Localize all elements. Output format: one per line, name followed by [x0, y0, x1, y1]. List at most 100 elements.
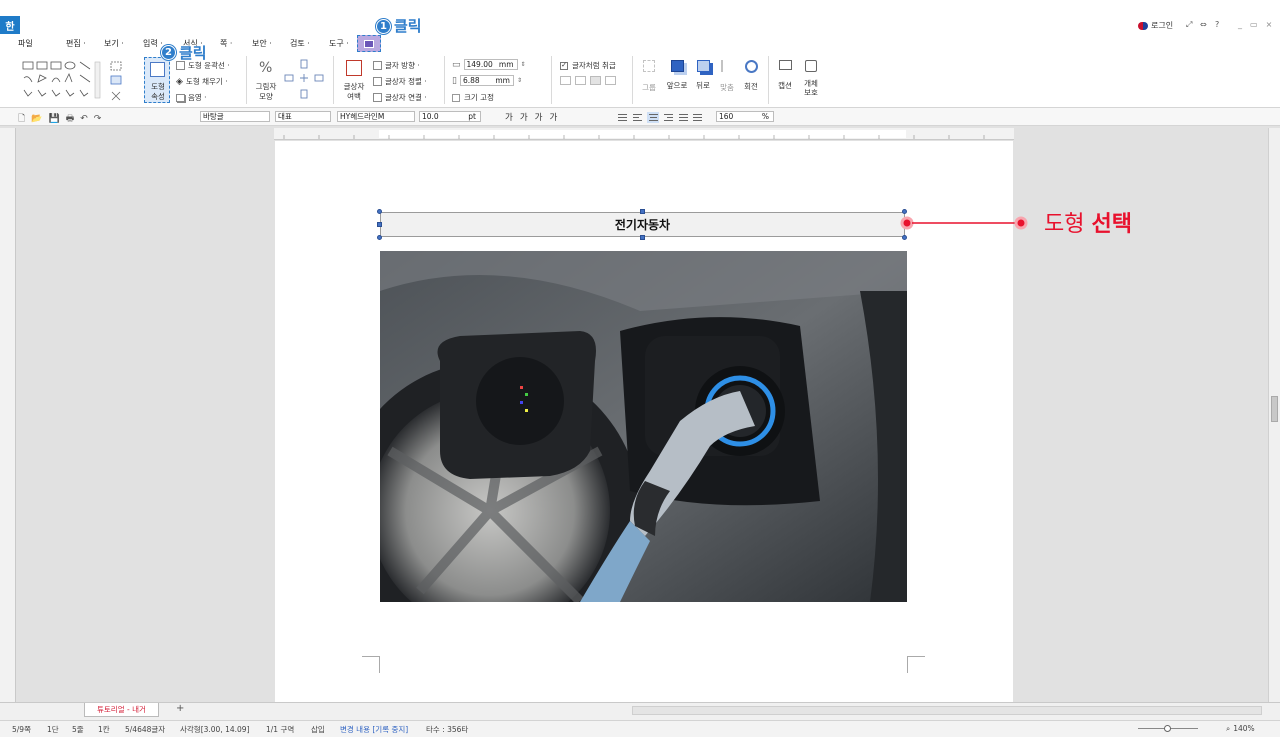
bring-forward-button[interactable]: 앞으로 [664, 60, 690, 102]
height-icon: ▯ [452, 75, 457, 86]
wrap-square-icon[interactable] [560, 76, 571, 85]
shape-outline-button[interactable]: 도형 윤곽선 · [176, 60, 230, 71]
language-value: 대표 [278, 112, 292, 121]
login-button[interactable]: 로그인 [1138, 20, 1173, 31]
menu-page[interactable]: 쪽 · [220, 38, 232, 49]
font-color-icon[interactable]: 가 [549, 113, 564, 123]
style-select[interactable]: 바탕글 [200, 111, 270, 122]
wrap-top-bottom-icon[interactable] [575, 76, 586, 85]
font-select[interactable]: HY헤드라인M [337, 111, 415, 122]
resize-handle-top[interactable] [640, 209, 645, 214]
document-tab-active[interactable]: 튜토리얼 - 내거 [84, 703, 159, 717]
fullscreen-icon[interactable]: ⤢ [1186, 20, 1192, 30]
vertical-scroll-thumb[interactable] [1271, 396, 1278, 422]
rotate-icon [744, 60, 758, 73]
send-backward-button[interactable]: 뒤로 [692, 60, 714, 102]
menu-view[interactable]: 보기 · [104, 38, 124, 49]
drawing-tools-tab[interactable] [357, 35, 381, 52]
menu-tools[interactable]: 도구 · [329, 38, 349, 49]
height-stepper[interactable]: ⇕ [517, 77, 522, 84]
shape-properties-button[interactable]: 도형 속성 [144, 57, 170, 103]
resize-handle-bottom-left[interactable] [377, 235, 382, 240]
menu-review[interactable]: 검토 · [290, 38, 310, 49]
font-value: HY헤드라인M [340, 112, 385, 121]
new-doc-icon[interactable]: 🗋 [18, 114, 31, 124]
resize-handle-left[interactable] [377, 222, 382, 227]
align-button[interactable]: 맞춤 [716, 60, 738, 102]
position-tools[interactable] [283, 58, 325, 102]
textbox-margin-button[interactable]: 글상자 여백 [340, 58, 368, 104]
align-label: 맞춤 [720, 83, 734, 92]
font-size-value: 10.0 [422, 112, 439, 121]
wrap-front-icon[interactable] [605, 76, 616, 85]
wrap-options[interactable] [560, 76, 616, 85]
zoom-control[interactable]: ⌕ 140% [1226, 724, 1255, 734]
menu-file[interactable]: 파일 [18, 38, 33, 49]
menu-edit[interactable]: 편집 · [66, 38, 86, 49]
rotate-button[interactable]: 회전 [740, 60, 762, 102]
resize-handle-top-left[interactable] [377, 209, 382, 214]
size-fixed-checkbox[interactable]: 크기 고정 [452, 92, 494, 103]
width-stepper[interactable]: ⇕ [521, 61, 526, 68]
width-input[interactable]: 149.00 mm [463, 59, 518, 70]
zoom-icon: ⌕ [1226, 724, 1231, 733]
horizontal-ruler [274, 128, 1014, 140]
resize-handle-bottom-right[interactable] [902, 235, 907, 240]
status-track-changes[interactable]: 변경 내용 [기록 중지] [340, 724, 408, 735]
quick-access-tools[interactable]: 🗋📂💾🖶↶↷ [18, 111, 107, 127]
app-logo: 한 [0, 16, 20, 34]
print-icon[interactable]: 🖶 [66, 114, 81, 124]
help-icon[interactable]: ? [1215, 20, 1219, 29]
font-size-input[interactable]: 10.0 pt [419, 111, 481, 122]
open-icon[interactable]: 📂 [31, 114, 48, 124]
heading-shape[interactable]: 전기자동차 [380, 212, 905, 237]
shape-edit-tools[interactable] [108, 60, 126, 102]
zoom-slider-thumb[interactable] [1164, 725, 1171, 732]
split-icon[interactable]: ⇔ [1200, 20, 1207, 29]
underline-icon[interactable]: 가 [535, 113, 550, 123]
resize-handle-bottom[interactable] [640, 235, 645, 240]
redo-icon[interactable]: ↷ [94, 114, 108, 124]
status-chars: 5/4648글자 [125, 725, 166, 734]
margin-mark-right [907, 656, 925, 673]
textbox-align-label: 글상자 정렬 · [385, 77, 427, 86]
shape-gallery[interactable] [22, 60, 102, 102]
window-controls[interactable]: _▭× [1238, 20, 1280, 29]
wrap-behind-icon[interactable] [590, 76, 601, 85]
vertical-ruler [0, 128, 16, 702]
status-insert-mode[interactable]: 삽입 [311, 724, 325, 735]
line-spacing-input[interactable]: 160 % [716, 111, 774, 122]
menu-insert[interactable]: 입력 · [143, 38, 163, 49]
status-object: 사각형[3.00, 14.09] [180, 725, 250, 734]
group-button[interactable]: 그룹 [638, 60, 660, 102]
close-icon[interactable]: × [1266, 20, 1280, 29]
language-select[interactable]: 대표 [275, 111, 331, 122]
caption-button[interactable]: 캡션 [774, 60, 796, 102]
paragraph-align-buttons[interactable] [616, 112, 702, 123]
bold-icon[interactable]: 가 [505, 113, 520, 123]
shadow-icon [176, 93, 185, 102]
zoom-slider[interactable] [1138, 725, 1198, 732]
save-icon[interactable]: 💾 [48, 114, 65, 124]
horizontal-scrollbar[interactable] [632, 706, 1262, 715]
caption-label: 캡션 [778, 81, 792, 90]
text-direction-button[interactable]: 글자 방향 · [373, 60, 420, 71]
minimize-icon[interactable]: _ [1238, 20, 1250, 29]
object-protect-button[interactable]: 개체 보호 [799, 60, 823, 102]
shadow-button[interactable]: 음영 · [176, 92, 207, 103]
restore-icon[interactable]: ▭ [1250, 20, 1266, 29]
text-style-buttons[interactable]: 가가가가 [505, 111, 564, 123]
textbox-align-button[interactable]: 글상자 정렬 · [373, 76, 427, 87]
textbox-link-button[interactable]: 글상자 연결 · [373, 92, 427, 103]
treat-as-char-checkbox[interactable]: ✓ 글자처럼 취급 [560, 60, 616, 71]
vertical-scrollbar[interactable] [1268, 128, 1280, 702]
italic-icon[interactable]: 가 [520, 113, 535, 123]
add-tab-button[interactable]: + [176, 703, 184, 714]
step-2-badge: 2 [161, 45, 176, 60]
ev-charging-photo[interactable] [380, 251, 907, 602]
height-input[interactable]: 6.88 mm [459, 75, 514, 86]
undo-icon[interactable]: ↶ [80, 114, 94, 124]
menu-security[interactable]: 보안 · [252, 38, 272, 49]
shape-fill-button[interactable]: ◈ 도형 채우기 · [176, 76, 228, 87]
picture-shape-button[interactable]: % 그림자 모양 [253, 58, 279, 104]
